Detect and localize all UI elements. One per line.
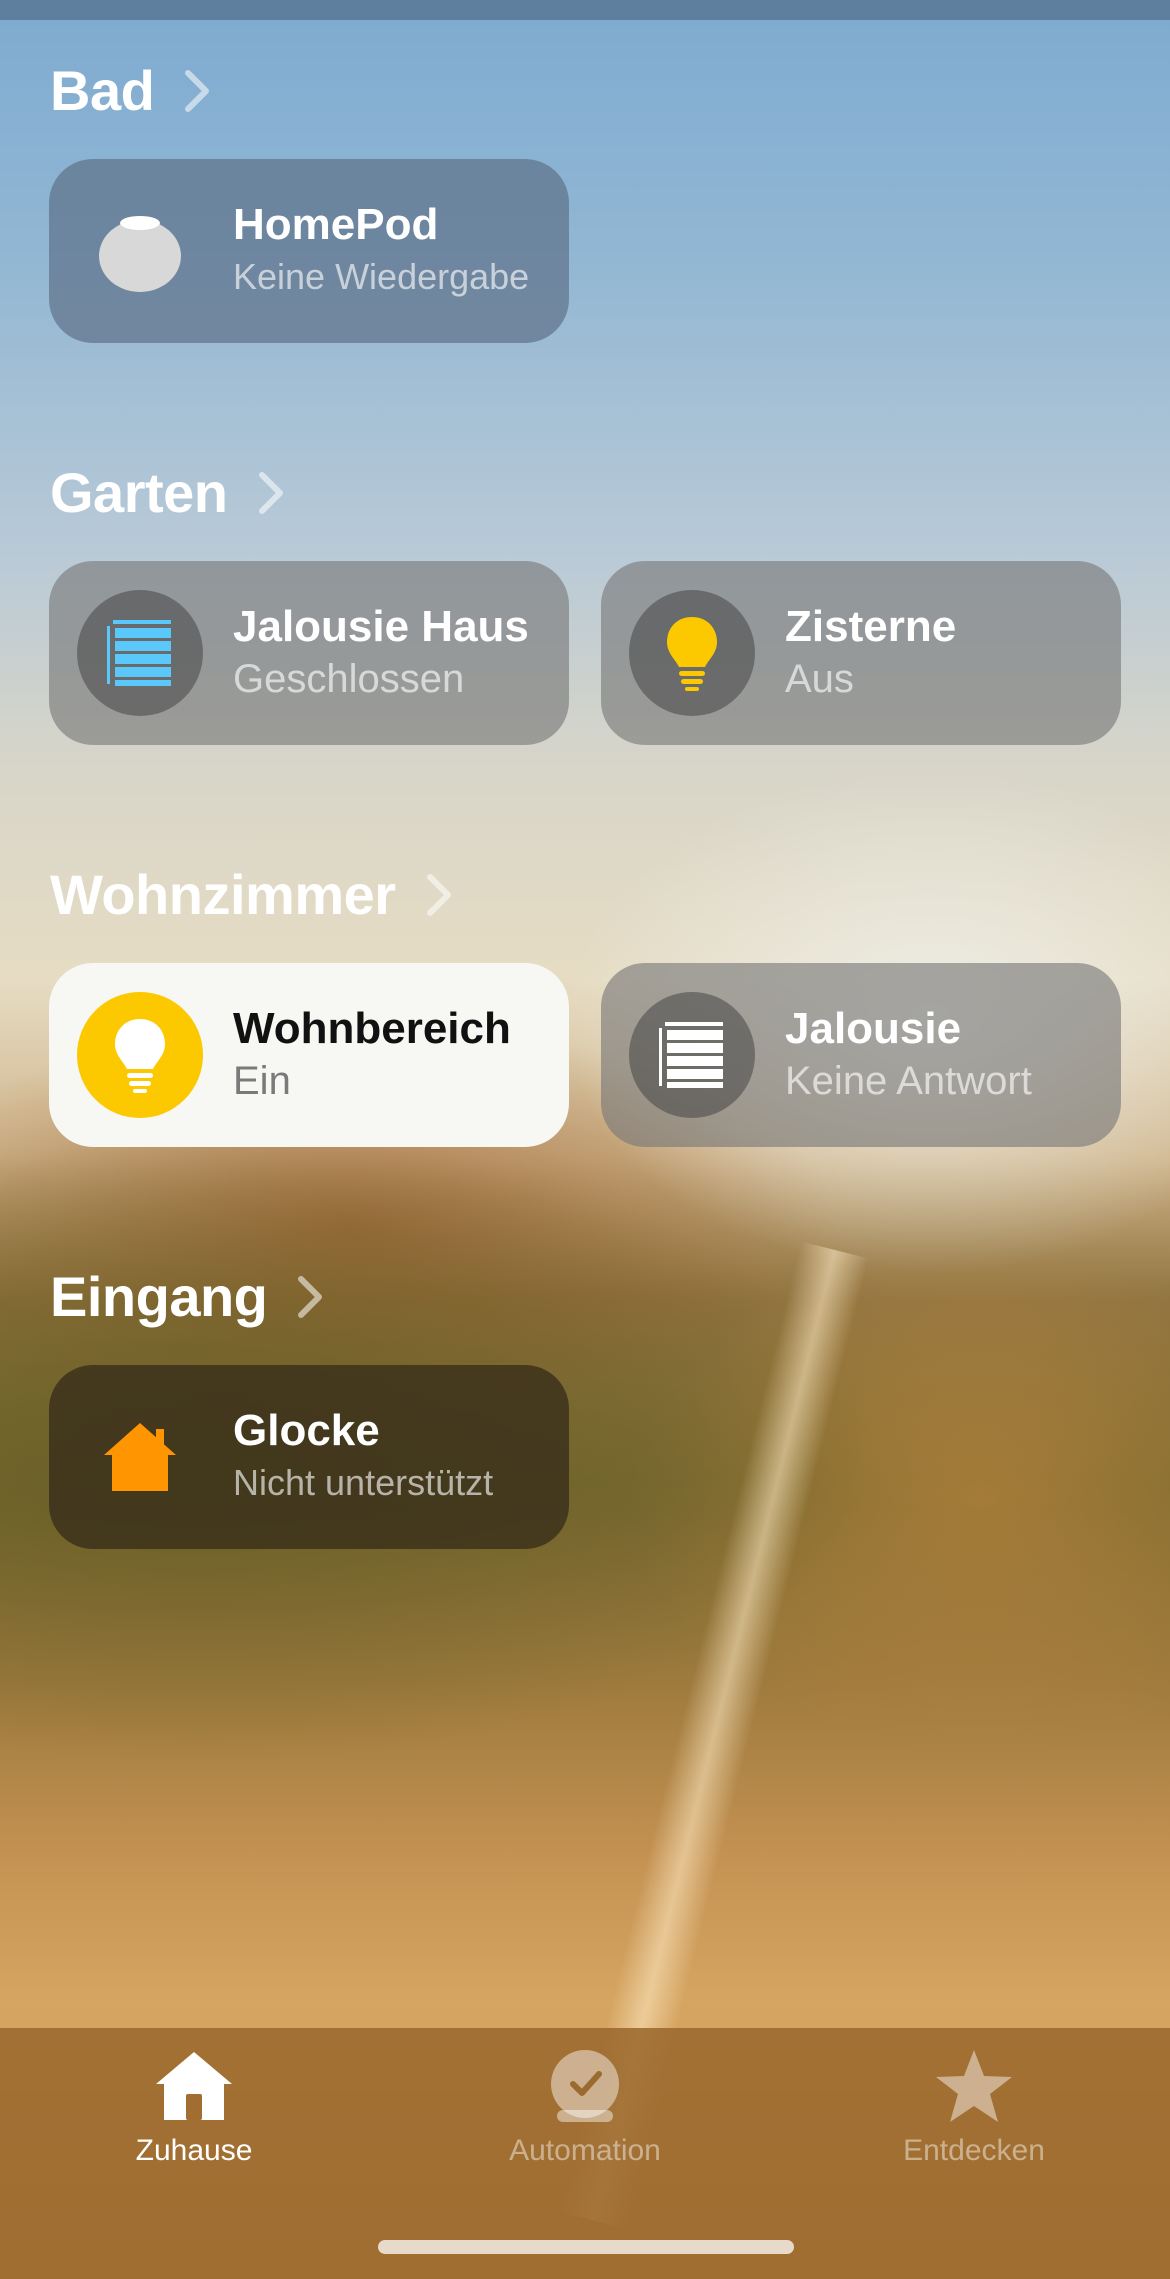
tab-zuhause[interactable]: Zuhause [64, 2048, 324, 2168]
tab-label: Automation [509, 2134, 661, 2167]
chevron-right-icon [298, 1275, 323, 1318]
accessory-tile-jalousie[interactable]: Jalousie Keine Antwort [601, 963, 1121, 1147]
tile-status: Keine Antwort [785, 1059, 1032, 1103]
lightbulb-icon [115, 1019, 165, 1093]
tile-name: Jalousie Haus [233, 602, 529, 651]
homepod-icon [99, 216, 181, 292]
tile-name: Glocke [233, 1406, 380, 1455]
tab-label: Zuhause [135, 2134, 253, 2167]
clock-check-icon [551, 2050, 619, 2122]
tile-status: Nicht unterstützt [233, 1462, 494, 1503]
tile-icon-container [77, 590, 203, 716]
section-header-garten[interactable]: Garten [50, 460, 290, 525]
house-icon [156, 2052, 232, 2120]
blinds-icon [659, 1022, 723, 1088]
section-title: Bad [50, 59, 155, 122]
section-header-eingang[interactable]: Eingang [50, 1264, 329, 1329]
tile-name: Wohnbereich [233, 1004, 511, 1053]
tile-icon-container [629, 590, 755, 716]
blinds-icon [107, 620, 171, 686]
chevron-right-icon [258, 471, 283, 514]
tile-name: HomePod [233, 200, 439, 249]
tile-name: Jalousie [785, 1004, 962, 1053]
tile-icon-container [77, 992, 203, 1118]
tile-icon-container [629, 992, 755, 1118]
chevron-right-icon [185, 69, 210, 112]
tile-icon-container [77, 188, 203, 314]
accessory-tile-wohnbereich[interactable]: Wohnbereich Ein [49, 963, 569, 1147]
section-title: Wohnzimmer [50, 863, 396, 926]
home-indicator[interactable] [378, 2240, 794, 2254]
tile-status: Geschlossen [233, 657, 465, 701]
accessory-tile-homepod[interactable]: HomePod Keine Wiedergabe [49, 159, 569, 343]
tile-icon-container [77, 1394, 203, 1520]
section-title: Eingang [50, 1265, 268, 1328]
status-bar [0, 0, 1170, 20]
section-header-wohnzimmer[interactable]: Wohnzimmer [50, 862, 458, 927]
accessory-tile-glocke[interactable]: Glocke Nicht unterstützt [49, 1365, 569, 1549]
tile-name: Zisterne [785, 602, 957, 651]
tab-label: Entdecken [903, 2134, 1045, 2167]
house-icon [104, 1423, 176, 1491]
tile-status: Ein [233, 1059, 291, 1103]
tile-status: Keine Wiedergabe [233, 256, 530, 297]
lightbulb-icon [667, 617, 717, 691]
tab-automation[interactable]: Automation [455, 2048, 715, 2168]
section-title: Garten [50, 461, 228, 524]
accessory-tile-jalousie-haus[interactable]: Jalousie Haus Geschlossen [49, 561, 569, 745]
tab-entdecken[interactable]: Entdecken [844, 2048, 1104, 2168]
tile-status: Aus [785, 657, 854, 701]
section-header-bad[interactable]: Bad [50, 58, 216, 123]
accessory-tile-zisterne[interactable]: Zisterne Aus [601, 561, 1121, 745]
star-icon [936, 2050, 1012, 2122]
chevron-right-icon [426, 873, 451, 916]
